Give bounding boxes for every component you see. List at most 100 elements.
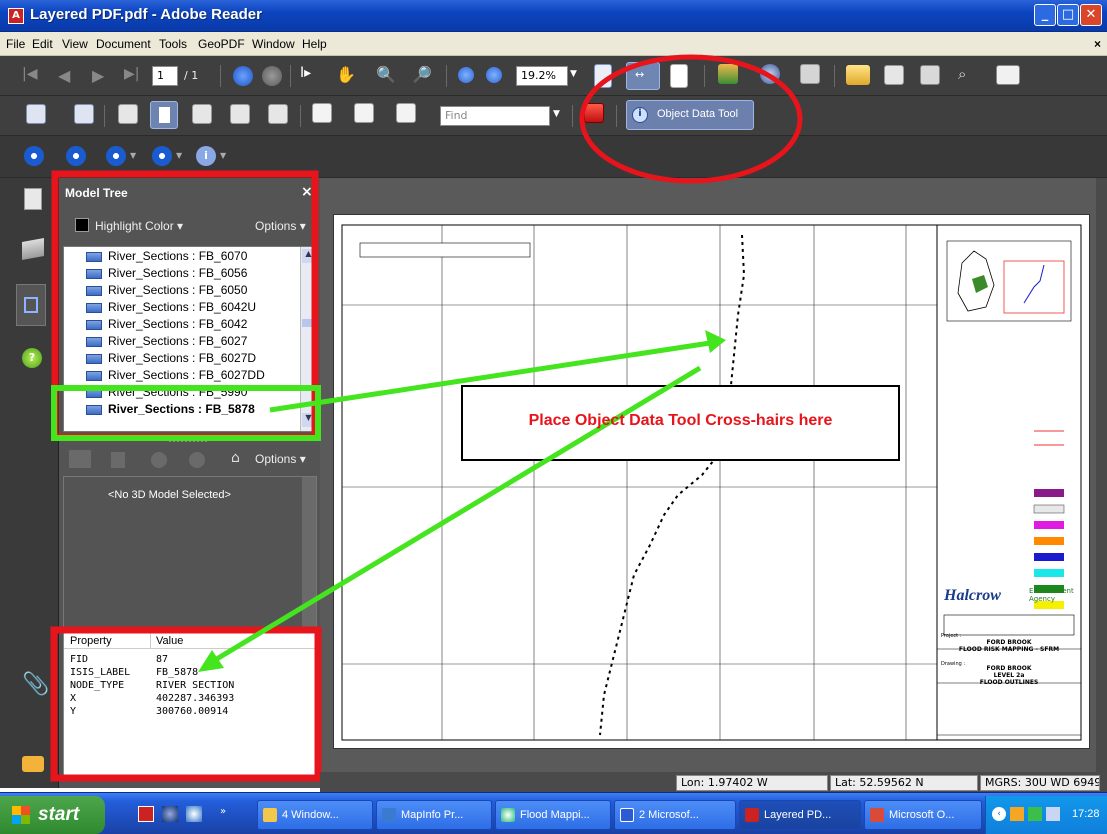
menu-edit[interactable]: Edit [32,37,53,51]
camera-icon[interactable] [800,64,820,84]
views-options-dropdown[interactable]: Options ▾ [255,452,306,466]
menu-tools[interactable]: Tools [159,37,187,51]
find-dropdown-icon[interactable]: ▼ [553,109,560,119]
tree-item[interactable]: River_Sections : FB_6042 [64,317,247,334]
zoom-level-select[interactable]: 19.2% [516,66,568,86]
menu-geopdf[interactable]: GeoPDF [198,37,245,51]
hand-tool-icon[interactable]: ✋ [336,65,356,85]
fit-width-button[interactable]: ↔ [626,62,660,90]
previous-page-icon[interactable]: ◀ [58,66,78,86]
menu-help[interactable]: Help [302,37,327,51]
menu-file[interactable]: File [6,37,25,51]
comments-icon[interactable] [22,756,44,772]
save-icon[interactable] [920,65,940,85]
quicklaunch-acrobat-icon[interactable] [138,806,154,822]
tree-item[interactable]: River_Sections : FB_5990 [64,385,247,402]
taskbar-button-microsoft-office[interactable]: Microsoft O... [864,800,982,830]
pages-icon[interactable] [24,188,42,210]
next-page-icon[interactable]: ▶ [92,66,112,86]
first-page-icon[interactable]: |◀ [22,66,42,86]
marquee-zoom-icon[interactable]: 🔍 [376,65,396,85]
full-screen-icon[interactable] [74,104,94,124]
quicklaunch-ie-icon[interactable] [162,806,178,822]
tree-item[interactable]: River_Sections : FB_6070 [64,249,247,266]
help-icon[interactable]: ? [22,348,42,368]
layers-icon[interactable] [22,238,44,260]
quicklaunch-overflow-icon[interactable]: » [220,806,226,817]
close-button[interactable]: ✕ [1080,4,1102,26]
tray-network-icon[interactable] [1028,807,1042,821]
document-scrollbar[interactable] [1096,178,1107,772]
geo-gps-dropdown-icon[interactable]: ▼ [176,151,182,160]
rotate-cw-icon[interactable] [354,103,374,123]
tree-item[interactable]: River_Sections : FB_6056 [64,266,247,283]
tray-volume-icon[interactable] [1046,807,1060,821]
quicklaunch-browser-icon[interactable] [186,806,202,822]
home-icon[interactable]: ⌂ [231,450,240,466]
taskbar-button-mapinfo[interactable]: MapInfo Pr... [376,800,492,830]
tree-scrollbar[interactable]: ▲ ▼ [300,247,316,431]
minimize-button[interactable]: _ [1034,4,1056,26]
model-tree-close-icon[interactable]: × [301,184,313,200]
create-pdf-icon[interactable] [584,103,604,123]
tray-app-icon[interactable] [1010,807,1024,821]
scroll-down-icon[interactable]: ▼ [302,413,315,427]
delete-icon[interactable] [111,452,125,468]
page-properties-icon[interactable] [996,65,1020,85]
highlight-color-dropdown[interactable]: Highlight Color ▾ [95,219,183,233]
open-folder-icon[interactable] [846,65,870,85]
search-binoculars-icon[interactable]: ⌕ [958,65,978,85]
object-data-tool-button[interactable]: i Object Data Tool [626,100,754,130]
fit-visible-icon[interactable] [26,104,46,124]
menu-document[interactable]: Document [96,37,151,51]
tray-expand-icon[interactable]: ‹ [992,807,1006,821]
prev-view-icon[interactable] [151,452,167,468]
tree-item[interactable]: River_Sections : FB_6027 [64,334,247,351]
menu-view[interactable]: View [62,37,88,51]
zoom-in-icon[interactable] [486,67,502,83]
read-out-loud-icon[interactable] [760,64,780,84]
zoom-dropdown-icon[interactable]: ▼ [570,69,577,79]
splitter-grip[interactable] [169,436,209,442]
geo-info-icon[interactable]: i [196,146,216,166]
scroll-up-icon[interactable]: ▲ [302,249,315,263]
zoom-out-icon[interactable] [458,67,474,83]
snapshot-image-icon[interactable] [718,64,738,84]
tree-item-selected[interactable]: River_Sections : FB_5878 [64,402,255,419]
geo-navigate-icon[interactable] [66,146,86,166]
next-view-icon2[interactable] [189,452,205,468]
views-scrollbar[interactable] [302,477,316,627]
model-tree-tab[interactable] [16,284,46,326]
two-up-icon[interactable] [192,104,212,124]
select-text-icon[interactable]: I▸ [300,65,320,85]
menu-close-icon[interactable]: × [1094,37,1101,51]
geo-gps-icon[interactable] [152,146,172,166]
next-view-icon[interactable] [262,66,282,86]
menu-window[interactable]: Window [252,37,295,51]
geo-info-dropdown-icon[interactable]: ▼ [220,151,226,160]
single-page-icon[interactable] [118,104,138,124]
page-number-input[interactable]: 1 [152,66,178,86]
geo-locate-icon[interactable] [24,146,44,166]
tree-item[interactable]: River_Sections : FB_6027D [64,351,256,368]
last-page-icon[interactable]: ▶| [124,66,144,86]
geo-measure-dropdown-icon[interactable]: ▼ [130,151,136,160]
maximize-button[interactable]: □ [1057,4,1079,26]
taskbar-button-flood-mapping[interactable]: Flood Mappi... [495,800,611,830]
find-input[interactable]: Find [440,106,550,126]
previous-view-icon[interactable] [233,66,253,86]
start-button[interactable]: start [0,796,105,834]
actual-size-icon[interactable] [594,64,612,88]
taskbar-button-layered-pdf[interactable]: Layered PD... [739,800,861,830]
tree-item[interactable]: River_Sections : FB_6042U [64,300,256,317]
tree-item[interactable]: River_Sections : FB_6027DD [64,368,265,385]
scroll-thumb[interactable] [302,319,315,327]
print-icon[interactable] [884,65,904,85]
rotate-ccw-icon[interactable] [312,103,332,123]
attachments-icon[interactable]: 📎 [22,672,49,697]
tree-options-dropdown[interactable]: Options ▾ [255,219,306,233]
full-screen-mode-icon[interactable] [268,104,288,124]
geo-measure-icon[interactable] [106,146,126,166]
tree-item[interactable]: River_Sections : FB_6050 [64,283,247,300]
taskbar-button-microsoft-word[interactable]: 2 Microsof... [614,800,736,830]
